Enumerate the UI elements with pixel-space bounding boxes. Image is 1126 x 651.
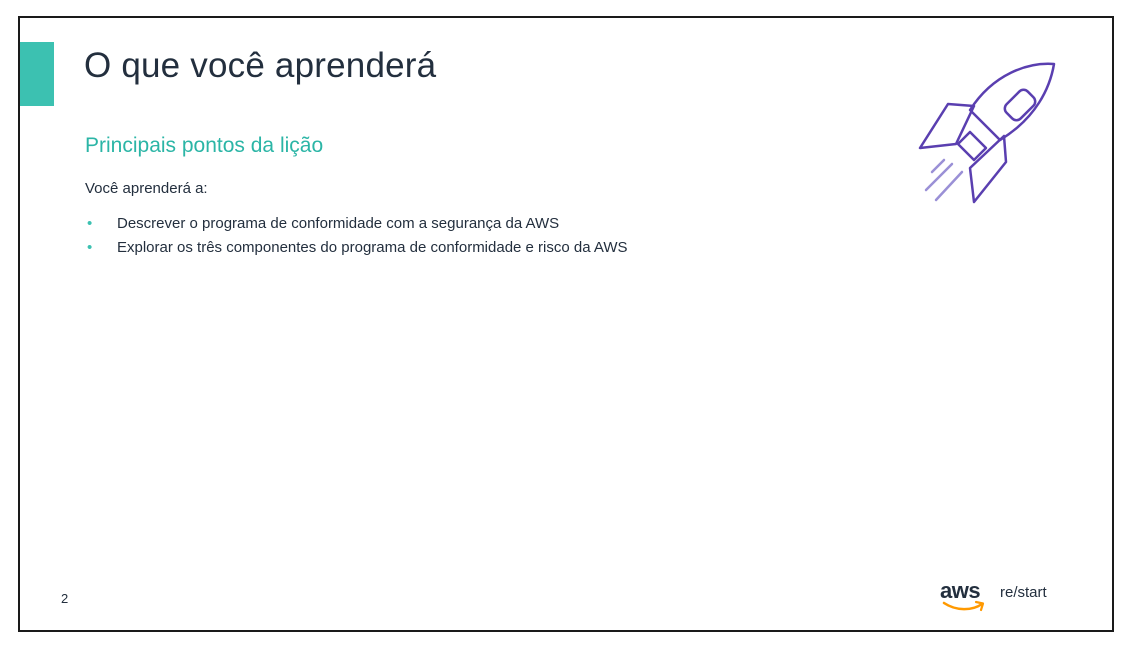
aws-smile-icon — [942, 600, 985, 612]
page-title: O que você aprenderá — [84, 46, 437, 85]
list-item: • Descrever o programa de conformidade c… — [85, 212, 628, 236]
rocket-icon — [918, 62, 1056, 204]
bullet-dot-icon: • — [87, 239, 93, 256]
section-subtitle: Principais pontos da lição — [85, 134, 324, 157]
list-item: • Explorar os três componentes do progra… — [85, 236, 628, 260]
bullet-dot-icon: • — [87, 215, 93, 232]
bullet-text: Explorar os três componentes do programa… — [117, 239, 628, 256]
bullet-list: • Descrever o programa de conformidade c… — [85, 212, 628, 260]
accent-bar — [20, 42, 54, 106]
bullet-text: Descrever o programa de conformidade com… — [117, 215, 560, 232]
slide: O que você aprenderá Principais pontos d… — [18, 16, 1114, 632]
page-number: 2 — [61, 591, 69, 606]
aws-restart-logo: aws re/start — [940, 578, 1070, 614]
logo-product-name: re/start — [1000, 584, 1047, 601]
intro-text: Você aprenderá a: — [85, 180, 208, 197]
